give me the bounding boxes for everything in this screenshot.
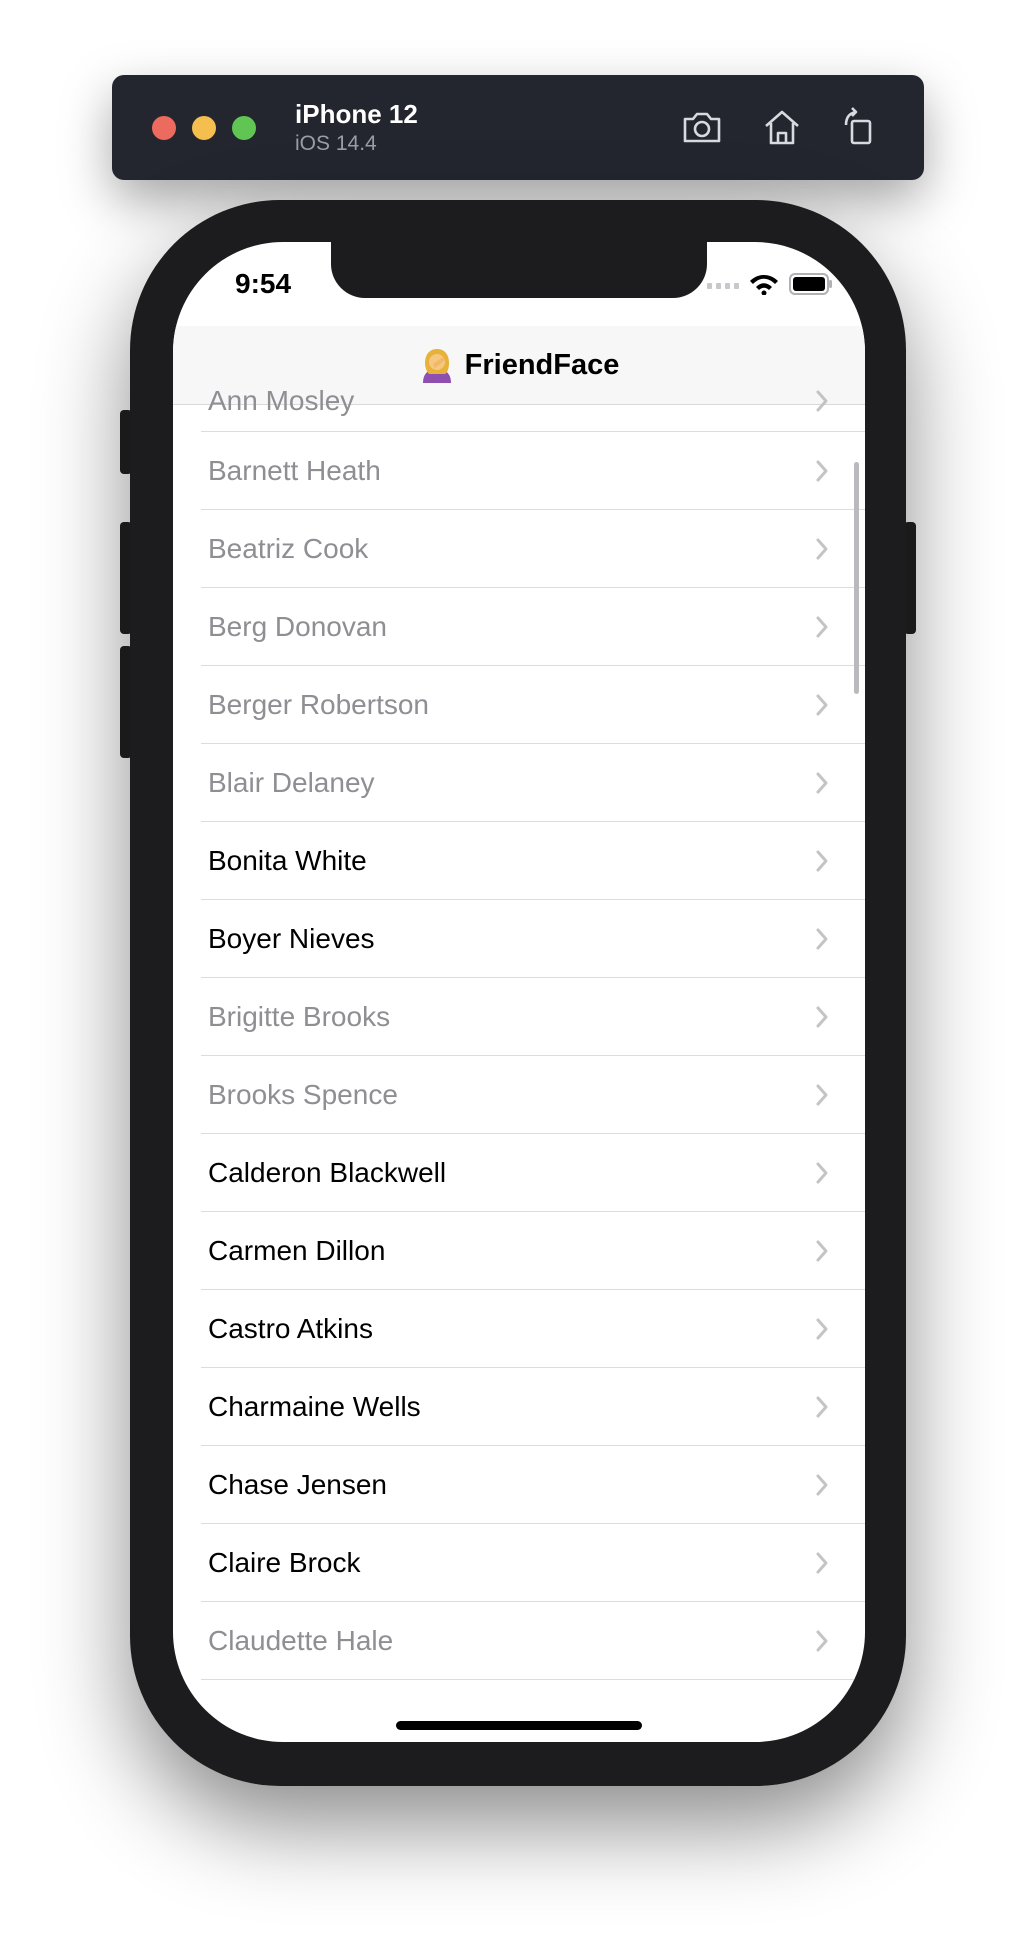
friend-name: Blair Delaney bbox=[208, 767, 375, 798]
friend-row[interactable]: Claudette Hale bbox=[173, 1602, 865, 1680]
friend-name: Barnett Heath bbox=[208, 455, 381, 486]
friend-row[interactable]: Chase Jensen bbox=[173, 1446, 865, 1524]
row-separator bbox=[201, 1679, 865, 1680]
zoom-window-button[interactable] bbox=[232, 116, 256, 140]
friend-name: Bonita White bbox=[208, 845, 367, 876]
chevron-right-icon bbox=[816, 538, 828, 560]
chevron-right-icon bbox=[816, 460, 828, 482]
chevron-right-icon bbox=[816, 1240, 828, 1262]
friend-row[interactable]: Brooks Spence bbox=[173, 1056, 865, 1134]
friend-name: Carmen Dillon bbox=[208, 1235, 386, 1266]
rotate-icon bbox=[844, 107, 872, 145]
friend-name: Charmaine Wells bbox=[208, 1391, 421, 1422]
friend-name: Brigitte Brooks bbox=[208, 1001, 391, 1032]
battery-icon bbox=[789, 273, 832, 295]
friends-list: Ann Mosley Barnett Heath Beatriz Cook Berg … bbox=[173, 370, 865, 1680]
chevron-right-icon bbox=[816, 1162, 828, 1184]
friend-name: Berger Robertson bbox=[208, 689, 430, 720]
chevron-right-icon bbox=[816, 772, 828, 794]
simulator-toolbar: iPhone 12 iOS 14.4 bbox=[112, 75, 924, 180]
friend-name: Calderon Blackwell bbox=[208, 1157, 447, 1188]
friend-row[interactable]: Claire Brock bbox=[173, 1524, 865, 1602]
home-icon bbox=[765, 110, 799, 145]
simulator-device-name: iPhone 12 bbox=[295, 99, 418, 129]
friend-name: Berg Donovan bbox=[208, 611, 388, 642]
screenshot-button[interactable] bbox=[680, 105, 724, 149]
friend-row[interactable]: Barnett Heath bbox=[173, 432, 865, 510]
friend-row[interactable]: Brigitte Brooks bbox=[173, 978, 865, 1056]
friend-name: Boyer Nieves bbox=[208, 923, 375, 954]
wifi-icon bbox=[750, 275, 778, 295]
friend-name: Claire Brock bbox=[208, 1547, 361, 1578]
friend-row[interactable]: Berger Robertson bbox=[173, 666, 865, 744]
screenshot-icon bbox=[683, 112, 721, 143]
friend-name: Chase Jensen bbox=[208, 1469, 388, 1500]
status-time: 9:54 bbox=[235, 268, 292, 299]
chevron-right-icon bbox=[816, 694, 828, 716]
chevron-right-icon bbox=[816, 1084, 828, 1106]
chevron-right-icon bbox=[816, 1630, 828, 1652]
phone-screen: 9:54 FriendFace Ann Mosley Barnett Heath… bbox=[173, 242, 865, 1742]
minimize-window-button[interactable] bbox=[192, 116, 216, 140]
friend-row[interactable]: Blair Delaney bbox=[173, 744, 865, 822]
chevron-right-icon bbox=[816, 850, 828, 872]
chevron-right-icon bbox=[816, 928, 828, 950]
chevron-right-icon bbox=[816, 1396, 828, 1418]
friend-row[interactable]: Boyer Nieves bbox=[173, 900, 865, 978]
friend-row[interactable]: Calderon Blackwell bbox=[173, 1134, 865, 1212]
chevron-right-icon bbox=[816, 390, 828, 412]
friend-name: Ann Mosley bbox=[208, 385, 355, 416]
home-indicator[interactable] bbox=[396, 1721, 642, 1730]
friend-row[interactable]: Charmaine Wells bbox=[173, 1368, 865, 1446]
notch bbox=[331, 242, 707, 298]
simulator-os-version: iOS 14.4 bbox=[295, 132, 377, 155]
rotate-button[interactable] bbox=[838, 105, 882, 149]
chevron-right-icon bbox=[816, 1474, 828, 1496]
friend-row[interactable]: Berg Donovan bbox=[173, 588, 865, 666]
chevron-right-icon bbox=[816, 1552, 828, 1574]
chevron-right-icon bbox=[816, 1318, 828, 1340]
home-button[interactable] bbox=[760, 105, 804, 149]
friend-name: Beatriz Cook bbox=[208, 533, 369, 564]
chevron-right-icon bbox=[816, 616, 828, 638]
scroll-indicator[interactable] bbox=[854, 462, 859, 694]
friend-row[interactable]: Bonita White bbox=[173, 822, 865, 900]
cellular-signal-icon bbox=[707, 283, 739, 289]
status-icons bbox=[707, 272, 833, 296]
friend-name: Claudette Hale bbox=[208, 1625, 394, 1656]
friend-row[interactable]: Carmen Dillon bbox=[173, 1212, 865, 1290]
friend-row[interactable]: Beatriz Cook bbox=[173, 510, 865, 588]
friend-row[interactable]: Castro Atkins bbox=[173, 1290, 865, 1368]
chevron-right-icon bbox=[816, 1006, 828, 1028]
friend-row[interactable]: Ann Mosley bbox=[173, 370, 865, 432]
friend-name: Castro Atkins bbox=[208, 1313, 373, 1344]
close-window-button[interactable] bbox=[152, 116, 176, 140]
friend-name: Brooks Spence bbox=[208, 1079, 398, 1110]
